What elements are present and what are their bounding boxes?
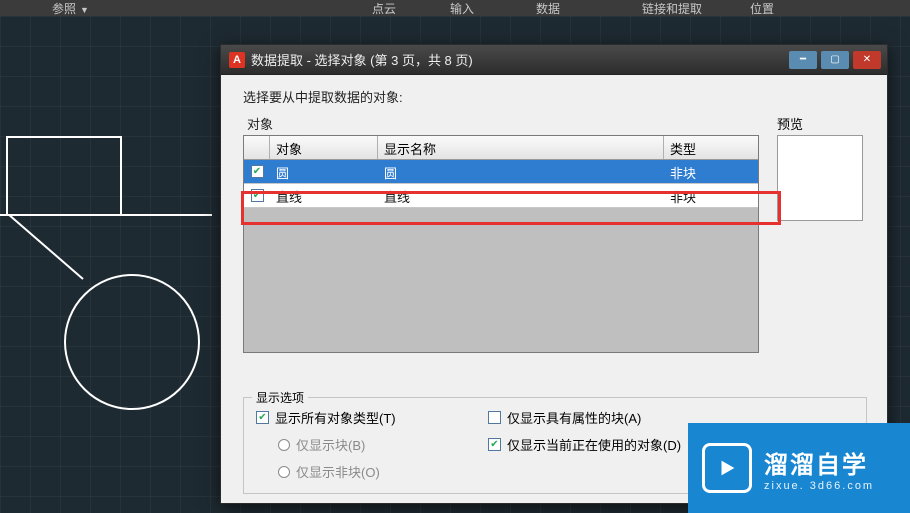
row-checkbox[interactable]: ✔ <box>251 165 264 178</box>
drawing-rectangle <box>6 136 122 214</box>
ribbon-tabstrip: 参照▼ 点云 输入 数据 链接和提取 位置 <box>0 0 910 16</box>
grid-row-circle[interactable]: ✔ 圆 圆 非块 <box>244 160 758 184</box>
window-maximize-button[interactable]: ▢ <box>821 51 849 69</box>
window-minimize-button[interactable]: ━ <box>789 51 817 69</box>
checkbox-icon[interactable] <box>488 411 501 424</box>
ribbon-group-reference[interactable]: 参照▼ <box>52 0 89 17</box>
cell-display: 圆 <box>378 160 664 183</box>
column-display[interactable]: 显示名称 <box>378 136 664 159</box>
row-checkbox[interactable]: ✔ <box>251 189 264 202</box>
checkbox-icon[interactable]: ✔ <box>488 438 501 451</box>
cell-object: 直线 <box>270 184 378 207</box>
column-type[interactable]: 类型 <box>664 136 758 159</box>
cell-display: 直线 <box>378 184 664 207</box>
dialog-titlebar[interactable]: A 数据提取 - 选择对象 (第 3 页，共 8 页) ━ ▢ ✕ <box>221 45 887 75</box>
objects-label: 对象 <box>247 114 759 133</box>
watermark-brand: 溜溜自学 <box>764 445 874 480</box>
radio-icon <box>278 466 290 478</box>
ribbon-group-input[interactable]: 输入 <box>450 0 474 17</box>
watermark: 溜溜自学 zixue. 3d66.com <box>688 423 910 513</box>
ribbon-group-pointcloud[interactable]: 点云 <box>372 0 396 17</box>
dialog-title: 数据提取 - 选择对象 (第 3 页，共 8 页) <box>251 50 473 69</box>
column-object[interactable]: 对象 <box>270 136 378 159</box>
cell-object: 圆 <box>270 160 378 183</box>
cell-type: 非块 <box>664 160 758 183</box>
checkbox-icon[interactable]: ✔ <box>256 411 269 424</box>
ribbon-group-link[interactable]: 链接和提取 <box>642 0 702 17</box>
option-only-blocks: 仅显示块(B) <box>278 435 476 454</box>
group-legend: 显示选项 <box>252 389 308 406</box>
preview-panel: 预览 <box>777 114 865 353</box>
app-icon: A <box>229 52 245 68</box>
watermark-url: zixue. 3d66.com <box>764 480 874 492</box>
drawing-circle <box>64 274 200 410</box>
cell-type: 非块 <box>664 184 758 207</box>
option-show-all-types[interactable]: ✔ 显示所有对象类型(T) <box>256 408 476 427</box>
objects-grid[interactable]: 对象 显示名称 类型 ✔ 圆 圆 非块 ✔ 直线 直线 非块 <box>243 135 759 353</box>
radio-icon <box>278 439 290 451</box>
ribbon-group-data[interactable]: 数据 <box>536 0 560 17</box>
option-only-nonblocks: 仅显示非块(O) <box>278 462 476 481</box>
instruction-text: 选择要从中提取数据的对象: <box>243 87 865 106</box>
preview-label: 预览 <box>777 114 865 133</box>
ribbon-group-location[interactable]: 位置 <box>750 0 774 17</box>
grid-row-line[interactable]: ✔ 直线 直线 非块 <box>244 184 758 208</box>
play-icon <box>702 443 752 493</box>
window-close-button[interactable]: ✕ <box>853 51 881 69</box>
preview-box <box>777 135 863 221</box>
grid-header[interactable]: 对象 显示名称 类型 <box>244 136 758 160</box>
